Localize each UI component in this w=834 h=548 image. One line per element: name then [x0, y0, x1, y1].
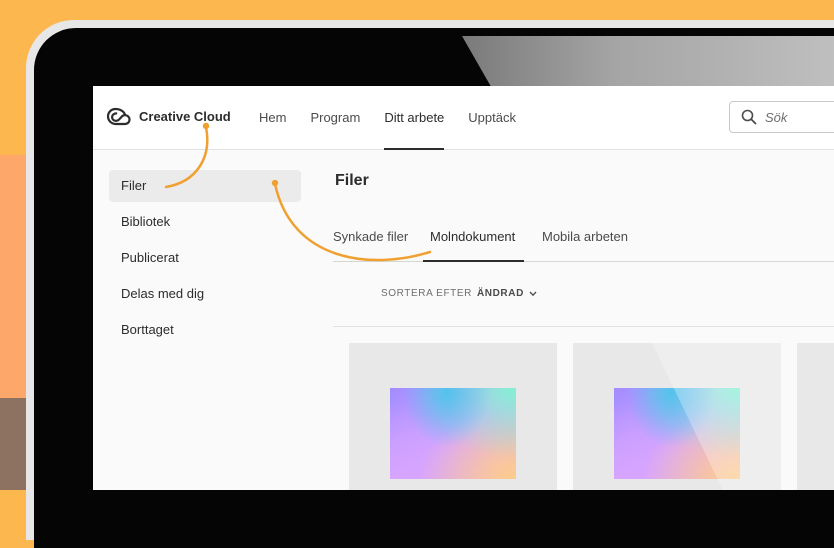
page-title: Filer: [335, 172, 369, 189]
file-tabs: Synkade filer Molndokument Mobila arbete…: [333, 225, 834, 262]
creative-cloud-logo-icon: [106, 106, 131, 127]
nav-item-hem[interactable]: Hem: [259, 86, 286, 149]
nav-item-program[interactable]: Program: [310, 86, 360, 149]
tab-synkade-filer[interactable]: Synkade filer: [333, 225, 408, 261]
tab-molndokument[interactable]: Molndokument: [422, 225, 525, 262]
main-nav: Hem Program Ditt arbete Upptäck: [259, 86, 540, 150]
search-input[interactable]: [763, 108, 834, 126]
sort-value: ÄNDRAD: [476, 288, 524, 299]
document-card[interactable]: [797, 343, 834, 490]
sidebar-item-bibliotek[interactable]: Bibliotek: [109, 206, 301, 238]
content-divider: [333, 326, 834, 327]
sort-label: SORTERA EFTER: [381, 288, 472, 299]
nav-item-upptack[interactable]: Upptäck: [468, 86, 516, 149]
tab-mobila-arbeten[interactable]: Mobila arbeten: [542, 225, 628, 261]
brand[interactable]: Creative Cloud: [106, 106, 231, 127]
search-box[interactable]: [729, 101, 834, 133]
bezel-glare: [462, 36, 834, 88]
sidebar-item-filer[interactable]: Filer: [109, 170, 301, 202]
search-icon: [741, 109, 757, 125]
chevron-down-icon: [529, 291, 537, 297]
sidebar-item-publicerat[interactable]: Publicerat: [109, 242, 301, 274]
document-card[interactable]: [349, 343, 557, 490]
document-thumbnail: [390, 388, 516, 479]
brand-name: Creative Cloud: [139, 109, 231, 124]
sidebar: Filer Bibliotek Publicerat Delas med dig…: [109, 170, 301, 350]
sidebar-item-delas-med-dig[interactable]: Delas med dig: [109, 278, 301, 310]
app-screen: Creative Cloud Hem Program Ditt arbete U…: [93, 86, 834, 490]
sidebar-item-borttaget[interactable]: Borttaget: [109, 314, 301, 346]
document-card[interactable]: [573, 343, 781, 490]
nav-item-ditt-arbete[interactable]: Ditt arbete: [384, 86, 444, 150]
top-bar: Creative Cloud Hem Program Ditt arbete U…: [93, 86, 834, 150]
sort-dropdown[interactable]: SORTERA EFTER ÄNDRAD: [381, 288, 537, 299]
